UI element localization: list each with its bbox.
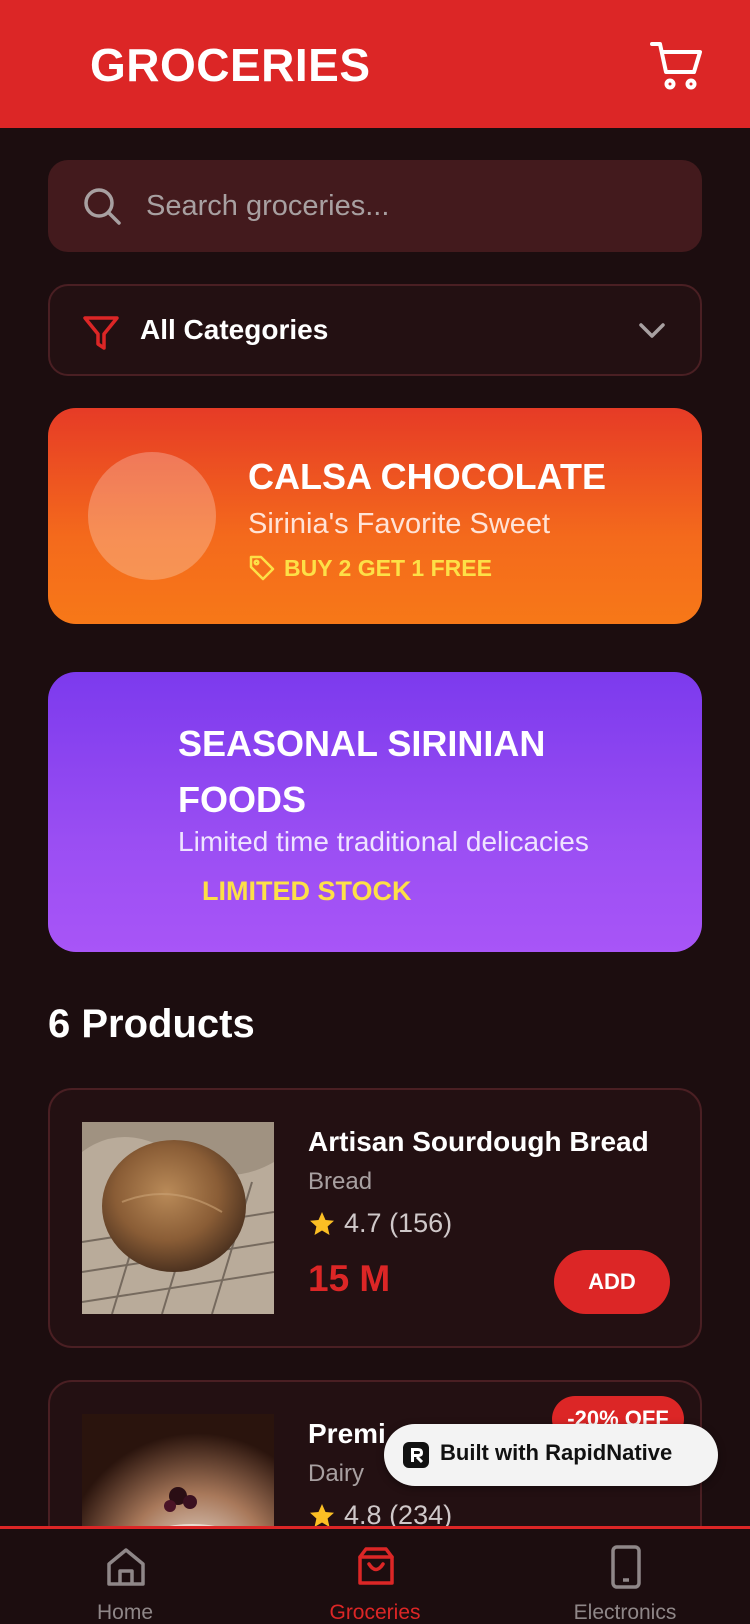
app-header: GROCERIES — [0, 0, 750, 128]
product-category: Bread — [308, 1168, 373, 1195]
chevron-down-icon — [639, 323, 665, 338]
product-card[interactable]: Artisan Sourdough Bread Bread 4.7 (156) … — [48, 1088, 702, 1348]
bottom-tab-bar: Home Groceries Electronics — [0, 1526, 750, 1624]
tab-label: Home — [96, 1601, 154, 1624]
filter-icon — [83, 316, 119, 350]
promo-subtitle: Sirinia's Favorite Sweet — [248, 508, 551, 540]
cart-button[interactable] — [650, 38, 704, 92]
rating-value: 4.7 — [344, 1208, 382, 1238]
tab-home[interactable]: Home — [0, 1529, 250, 1624]
product-name: Premi — [308, 1418, 386, 1449]
promo-title: CALSA CHOCOLATE — [248, 456, 606, 497]
category-dropdown[interactable]: All Categories — [48, 284, 702, 376]
promo-tag: BUY 2 GET 1 FREE — [284, 555, 492, 581]
promo-image-placeholder — [88, 452, 216, 580]
product-image — [82, 1122, 274, 1314]
product-rating: 4.7 (156) — [344, 1208, 452, 1239]
home-icon — [107, 1548, 145, 1586]
review-count: (156) — [389, 1208, 453, 1238]
tab-groceries[interactable]: Groceries — [250, 1529, 500, 1624]
product-category: Dairy — [308, 1460, 365, 1487]
built-with-label: Built with RapidNative — [440, 1440, 673, 1465]
promo-banner-chocolate[interactable]: CALSA CHOCOLATE Sirinia's Favorite Sweet… — [48, 408, 702, 624]
add-to-cart-button[interactable]: ADD — [554, 1250, 670, 1314]
phone-icon — [611, 1545, 641, 1589]
tag-icon — [249, 555, 275, 581]
tab-label: Electronics — [573, 1601, 677, 1624]
tab-label: Groceries — [329, 1601, 421, 1624]
product-price: 15 M — [308, 1258, 391, 1299]
page-title: GROCERIES — [90, 39, 371, 91]
promo-title: SEASONAL SIRINIAN FOODS — [178, 723, 546, 820]
shopping-bag-icon — [358, 1547, 394, 1585]
category-selected: All Categories — [140, 314, 329, 345]
cart-icon — [650, 42, 702, 90]
search-icon — [84, 188, 121, 225]
built-with-badge[interactable]: Built with RapidNative — [384, 1424, 718, 1486]
promo-tag: LIMITED STOCK — [202, 876, 412, 906]
search-input[interactable] — [146, 182, 666, 230]
search-bar[interactable] — [48, 160, 702, 252]
promo-banner-seasonal[interactable]: SEASONAL SIRINIAN FOODS Limited time tra… — [48, 672, 702, 952]
tab-electronics[interactable]: Electronics — [500, 1529, 750, 1624]
rapidnative-logo-icon — [403, 1442, 429, 1468]
product-count: 6 Products — [48, 1002, 255, 1046]
promo-subtitle: Limited time traditional delicacies — [178, 826, 589, 857]
product-name: Artisan Sourdough Bread — [308, 1126, 649, 1157]
star-icon — [310, 1212, 334, 1235]
